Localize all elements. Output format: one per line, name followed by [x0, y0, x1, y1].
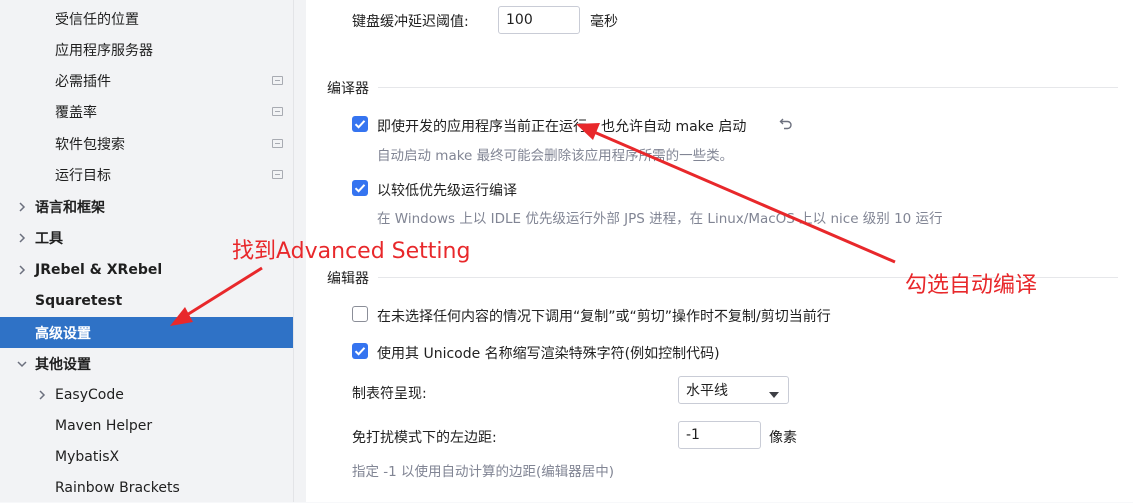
annotation-arrows	[170, 123, 896, 326]
annotation-arrow-to-sidebar	[170, 266, 263, 326]
annotation-arrow-to-checkbox	[576, 123, 896, 264]
